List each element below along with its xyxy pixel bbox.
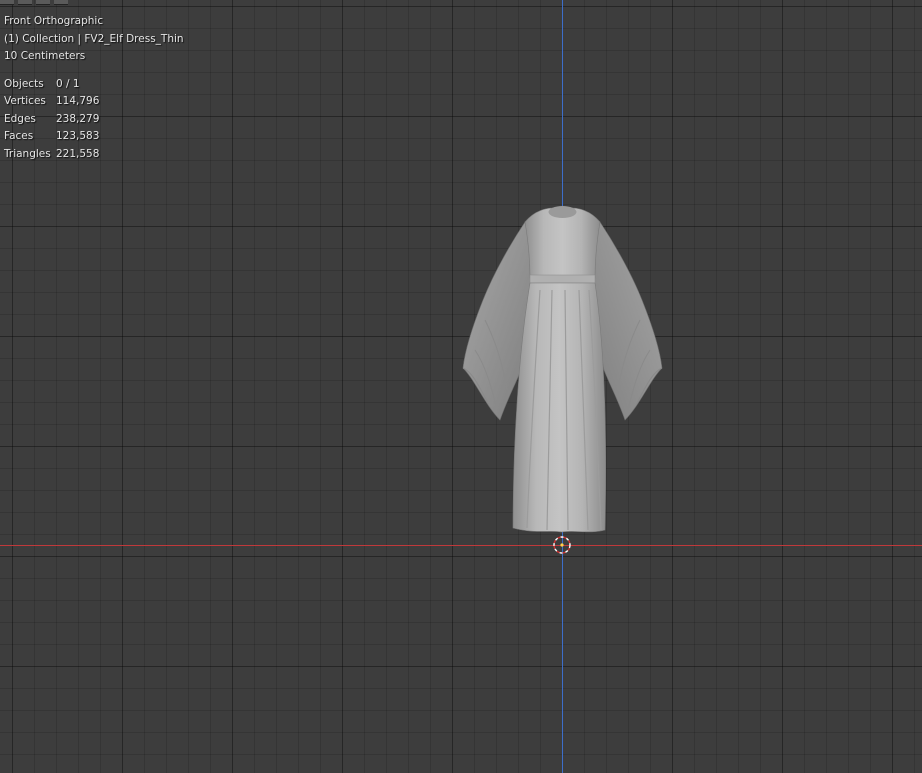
stat-value: 114,796 [56,95,100,107]
stat-value: 221,558 [56,147,100,160]
stat-value: 0 / 1 [56,77,80,90]
collection-info: (1) Collection | FV2_Elf Dress_Thin [4,32,184,45]
scene-statistics: Objects 0 / 1 Vertices 114,796 Edges 238… [4,76,184,164]
view-name: Front Orthographic [4,15,104,27]
stat-value: 238,279 [56,112,100,125]
3d-viewport[interactable]: Front Orthographic (1) Collection | FV2_… [0,0,922,773]
x-axis-line [0,545,922,546]
stat-row-objects: Objects 0 / 1 [4,76,184,94]
header-tool-button[interactable] [36,0,50,5]
dress-mesh[interactable] [455,200,670,540]
stat-row-vertices: Vertices 114,796 [4,93,184,111]
stat-value: 123,583 [56,130,100,142]
grid-scale: 10 Centimeters [4,50,86,62]
stat-row-triangles: Triangles 221,558 [4,146,184,164]
header-tool-button[interactable] [0,0,14,5]
3d-cursor-icon[interactable] [552,535,572,555]
stat-label: Edges [4,112,36,125]
header-tool-button[interactable] [18,0,32,5]
stat-row-edges: Edges 238,279 [4,111,184,129]
stat-label: Faces [4,130,34,142]
stat-row-faces: Faces 123,583 [4,128,184,146]
viewport-header-strip [0,0,80,5]
stat-label: Objects [4,77,44,90]
stat-label: Vertices [4,95,46,107]
stat-label: Triangles [4,147,51,160]
viewport-text-overlay: Front Orthographic (1) Collection | FV2_… [4,13,184,163]
header-tool-button[interactable] [54,0,68,5]
